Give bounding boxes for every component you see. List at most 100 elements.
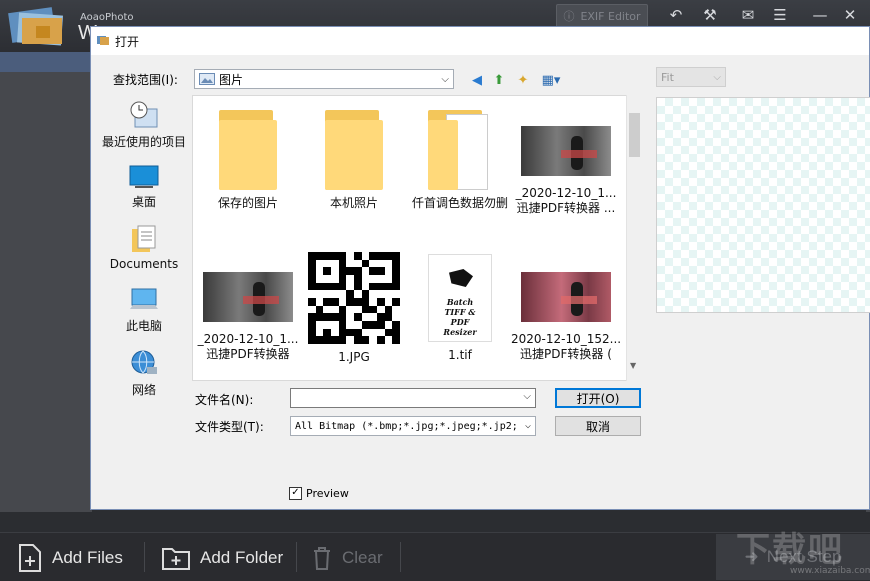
desktop-icon — [129, 165, 159, 188]
add-file-icon — [19, 544, 41, 572]
file-name: 1.JPG — [338, 350, 370, 364]
file-name: _2020-12-10_1... — [515, 186, 617, 200]
dialog-title: 打开 — [115, 35, 140, 49]
place-label: 最近使用的项目 — [101, 135, 186, 149]
recent-items-icon — [130, 101, 158, 128]
back-button[interactable]: ◀ — [468, 71, 486, 89]
view-menu-button[interactable]: ▦▾ — [538, 71, 564, 89]
file-name: 仟首调色数据勿删 — [411, 196, 508, 210]
place-recent-items[interactable]: 最近使用的项目 — [99, 101, 189, 150]
hammer-icon: ⚒ — [703, 6, 717, 24]
place-label: 网络 — [131, 383, 156, 397]
file-item-folder[interactable]: 仟首调色数据勿删 — [405, 110, 515, 211]
open-file-dialog: 打开 查找范围(I): 图片 ⌵ ◀ ⬆ ✦ ▦▾ 最近使用的项目 桌面 Doc… — [90, 26, 870, 510]
add-files-button[interactable]: Add Files — [18, 540, 123, 576]
dialog-titlebar — [91, 27, 869, 55]
clear-button[interactable]: Clear — [312, 540, 383, 576]
chevron-down-icon: ⌵ — [713, 71, 721, 83]
folder-with-documents-icon — [428, 110, 492, 190]
app-logo-icon — [8, 7, 63, 46]
exif-editor-button[interactable]: ⓘ EXIF Editor — [556, 4, 648, 28]
new-folder-button[interactable]: ✦ — [514, 71, 532, 89]
preview-checkbox[interactable]: ✓ Preview — [289, 487, 349, 500]
file-list-scrollbar[interactable]: ▼ — [626, 95, 643, 381]
look-in-value: 图片 — [219, 72, 244, 87]
watermark-url: www.xiazaiba.com — [790, 566, 870, 576]
preview-label: Preview — [306, 487, 349, 500]
folder-icon — [219, 110, 277, 190]
clear-label: Clear — [342, 548, 383, 567]
folder-icon — [325, 110, 383, 190]
open-button[interactable]: 打开(O) — [555, 388, 641, 408]
file-name: 2020-12-10_152... — [511, 332, 621, 346]
tools-button[interactable]: ⚒ — [696, 4, 724, 26]
thumbnail-text: TIFF & — [444, 307, 476, 317]
image-thumbnail — [521, 126, 611, 176]
scrollbar-thumb[interactable] — [629, 113, 640, 157]
close-app-button[interactable]: ✕ — [836, 4, 864, 26]
file-name-line2: 迅捷PDF转换器 ( — [520, 347, 612, 361]
up-folder-icon: ⬆ — [493, 72, 505, 88]
exif-editor-label: EXIF Editor — [580, 9, 641, 23]
file-name: _2020-12-10_1... — [197, 332, 299, 346]
preview-area — [656, 97, 870, 313]
chevron-down-icon: ⌵ — [524, 420, 531, 431]
place-this-pc[interactable]: 此电脑 — [99, 287, 189, 334]
app-workspace-left — [0, 72, 92, 512]
add-files-label: Add Files — [52, 548, 123, 567]
file-name: 保存的图片 — [217, 196, 278, 210]
place-network[interactable]: 网络 — [99, 349, 189, 398]
thumbnail-text: Batch — [446, 297, 474, 307]
file-item-image[interactable]: _2020-12-10_1... 迅捷PDF转换器 — [193, 272, 303, 362]
file-item-folder[interactable]: 保存的图片 — [193, 110, 303, 211]
file-item-folder[interactable]: 本机照片 — [299, 110, 409, 211]
add-folder-icon — [162, 548, 190, 570]
filetype-select[interactable]: All Bitmap (*.bmp;*.jpg;*.jpeg;*.jp2; ⌵ — [290, 416, 536, 436]
scroll-down-icon[interactable]: ▼ — [630, 361, 636, 370]
qr-code-thumbnail — [308, 252, 400, 344]
view-grid-icon: ▦▾ — [541, 72, 561, 88]
fit-value: Fit — [661, 70, 674, 84]
toolbar-divider — [400, 542, 401, 572]
notes-icon: ☰ — [773, 6, 787, 24]
place-documents[interactable]: Documents — [99, 225, 189, 271]
place-label: 桌面 — [131, 195, 156, 209]
file-name-line2: 迅捷PDF转换器 — [206, 347, 290, 361]
notes-button[interactable]: ☰ — [766, 4, 794, 26]
place-desktop[interactable]: 桌面 — [99, 165, 189, 210]
undo-icon: ↶ — [669, 6, 683, 24]
filename-input[interactable]: ⌵ — [290, 388, 536, 408]
file-item-image[interactable]: Batch TIFF & PDF Resizer 1.tif — [405, 254, 515, 363]
add-folder-button[interactable]: Add Folder — [162, 540, 283, 576]
file-name-line2: 迅捷PDF转换器 ... — [516, 201, 616, 215]
cancel-button[interactable]: 取消 — [555, 416, 641, 436]
up-folder-button[interactable]: ⬆ — [490, 71, 508, 89]
place-label: 此电脑 — [125, 319, 162, 333]
file-item-image[interactable]: 1.JPG — [299, 252, 409, 365]
dialog-app-icon — [97, 36, 109, 45]
minimize-button[interactable]: — — [806, 4, 834, 26]
places-bar: 最近使用的项目 桌面 Documents 此电脑 网络 — [99, 95, 189, 451]
undo-button[interactable]: ↶ — [662, 4, 690, 26]
feedback-button[interactable]: ✉ — [734, 4, 762, 26]
chat-icon: ✉ — [741, 6, 755, 24]
app-tab-strip — [0, 52, 90, 72]
thumbnail-text: PDF — [450, 317, 470, 327]
trash-icon — [314, 547, 330, 570]
toolbar-divider — [144, 542, 145, 572]
image-thumbnail — [203, 272, 293, 322]
close-icon: ✕ — [843, 6, 857, 24]
filename-label: 文件名(N): — [195, 393, 254, 407]
watermark: 下载吧 — [736, 530, 844, 570]
look-in-select[interactable]: 图片 ⌵ — [194, 69, 454, 89]
place-label: Documents — [109, 257, 179, 271]
file-item-image[interactable]: _2020-12-10_1... 迅捷PDF转换器 ... — [511, 126, 621, 216]
file-item-image[interactable]: 2020-12-10_152... 迅捷PDF转换器 ( — [511, 272, 621, 362]
fit-select[interactable]: Fit ⌵ — [656, 67, 726, 87]
toolbar-divider — [296, 542, 297, 572]
chevron-down-icon[interactable]: ⌵ — [523, 391, 531, 402]
look-in-label: 查找范围(I): — [113, 73, 178, 87]
file-name: 本机照片 — [329, 196, 378, 210]
checkbox-checked-icon: ✓ — [289, 487, 302, 500]
pictures-folder-icon — [199, 73, 215, 85]
